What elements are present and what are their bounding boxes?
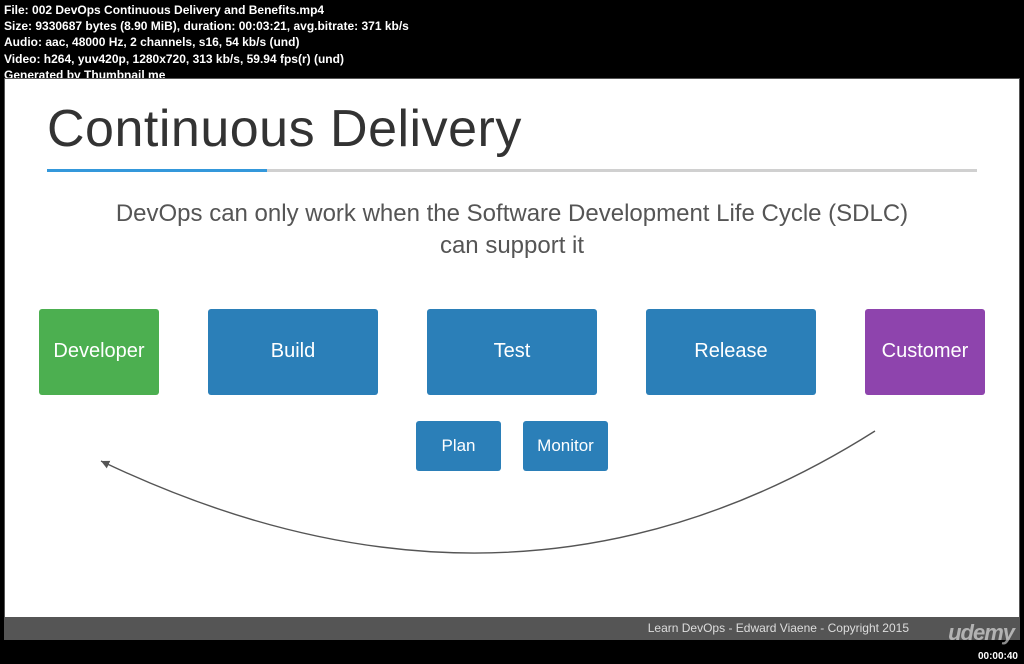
meta-video-line: Video: h264, yuv420p, 1280x720, 313 kb/s… — [4, 51, 1020, 67]
box-release: Release — [646, 309, 816, 395]
box-test: Test — [427, 309, 597, 395]
title-underline — [47, 169, 977, 172]
meta-size-label: Size: — [4, 19, 32, 33]
slide-frame: Continuous Delivery DevOps can only work… — [4, 78, 1020, 640]
udemy-logo: udemy — [948, 620, 1014, 646]
box-build: Build — [208, 309, 378, 395]
slide-footer-text: Learn DevOps - Edward Viaene - Copyright… — [648, 621, 909, 635]
meta-file-value: 002 DevOps Continuous Delivery and Benef… — [32, 3, 324, 17]
box-customer: Customer — [865, 309, 985, 395]
meta-size-value: 9330687 bytes (8.90 MiB), duration: 00:0… — [35, 19, 409, 33]
slide-title: Continuous Delivery — [47, 99, 977, 159]
slide-footer: Learn DevOps - Edward Viaene - Copyright… — [5, 617, 1019, 639]
video-timestamp: 00:00:40 — [978, 651, 1018, 662]
meta-video-value: h264, yuv420p, 1280x720, 313 kb/s, 59.94… — [44, 52, 344, 66]
sub-pipeline-row: Plan Monitor — [47, 421, 977, 471]
slide-subtitle: DevOps can only work when the Software D… — [102, 198, 922, 263]
slide-content: Continuous Delivery DevOps can only work… — [5, 79, 1019, 639]
media-metadata: File: 002 DevOps Continuous Delivery and… — [0, 0, 1024, 85]
meta-video-label: Video: — [4, 52, 40, 66]
box-developer: Developer — [39, 309, 159, 395]
meta-audio-value: aac, 48000 Hz, 2 channels, s16, 54 kb/s … — [45, 35, 299, 49]
meta-file-line: File: 002 DevOps Continuous Delivery and… — [4, 2, 1020, 18]
meta-file-label: File: — [4, 3, 29, 17]
meta-audio-line: Audio: aac, 48000 Hz, 2 channels, s16, 5… — [4, 34, 1020, 50]
box-monitor: Monitor — [523, 421, 608, 471]
meta-size-line: Size: 9330687 bytes (8.90 MiB), duration… — [4, 18, 1020, 34]
box-plan: Plan — [416, 421, 501, 471]
meta-audio-label: Audio: — [4, 35, 42, 49]
pipeline-row: Developer Build Test Release Customer — [39, 309, 985, 395]
